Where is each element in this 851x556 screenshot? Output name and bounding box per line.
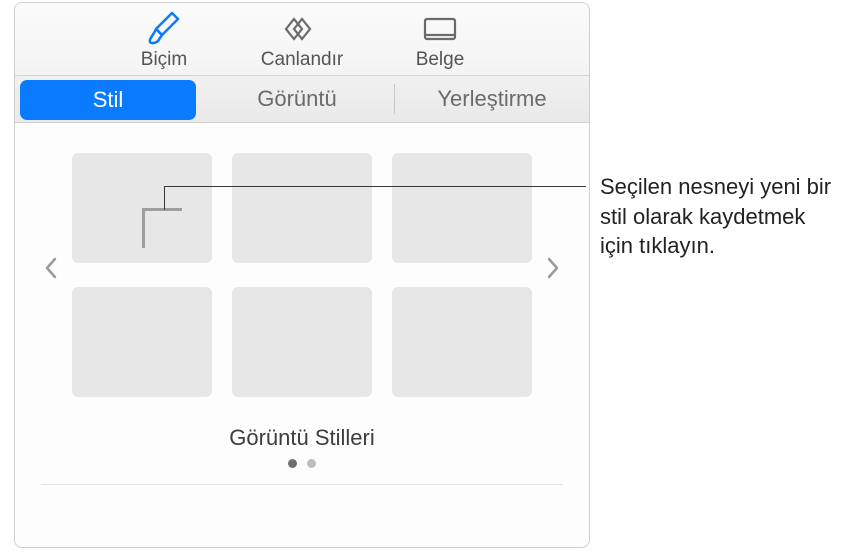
format-toolbar-button[interactable]: Biçim [104,9,224,71]
format-label: Biçim [141,49,187,71]
page-indicator [15,459,589,468]
tab-image-label: Görüntü [257,86,337,112]
style-preset[interactable] [392,287,532,397]
chevron-right-icon [546,255,560,286]
tab-bar: Stil Görüntü Yerleştirme [15,75,589,123]
chevron-left-icon [44,255,58,286]
animate-toolbar-button[interactable]: Canlandır [242,9,362,71]
tab-arrange-label: Yerleştirme [437,86,546,112]
page-dot[interactable] [288,459,297,468]
style-grid-wrapper [15,135,589,405]
document-toolbar-button[interactable]: Belge [380,9,500,71]
add-style-button[interactable] [72,153,212,263]
tab-style-label: Stil [93,87,124,113]
document-icon [416,9,464,49]
style-preset[interactable] [72,287,212,397]
callout-leader-line [164,186,586,187]
style-preset[interactable] [232,287,372,397]
document-label: Belge [416,49,465,71]
style-content: Görüntü Stilleri [15,123,589,485]
brush-icon [140,9,188,49]
inspector-panel: Biçim Canlandır Belge Stil [14,2,590,548]
styles-section-title: Görüntü Stilleri [15,425,589,451]
styles-next-button[interactable] [540,240,566,300]
tab-style[interactable]: Stil [20,80,196,120]
style-preset[interactable] [392,153,532,263]
styles-prev-button[interactable] [38,240,64,300]
animate-label: Canlandır [261,49,343,71]
toolbar: Biçim Canlandır Belge [15,3,589,75]
style-grid [64,135,540,405]
callout-text: Seçilen nesneyi yeni bir stil olarak kay… [600,172,840,261]
page-dot[interactable] [307,459,316,468]
tab-image[interactable]: Görüntü [200,76,394,122]
tab-arrange[interactable]: Yerleştirme [395,76,589,122]
callout-leader-line [164,186,165,210]
diamond-icon [278,9,326,49]
style-preset[interactable] [232,153,372,263]
divider [41,484,563,485]
